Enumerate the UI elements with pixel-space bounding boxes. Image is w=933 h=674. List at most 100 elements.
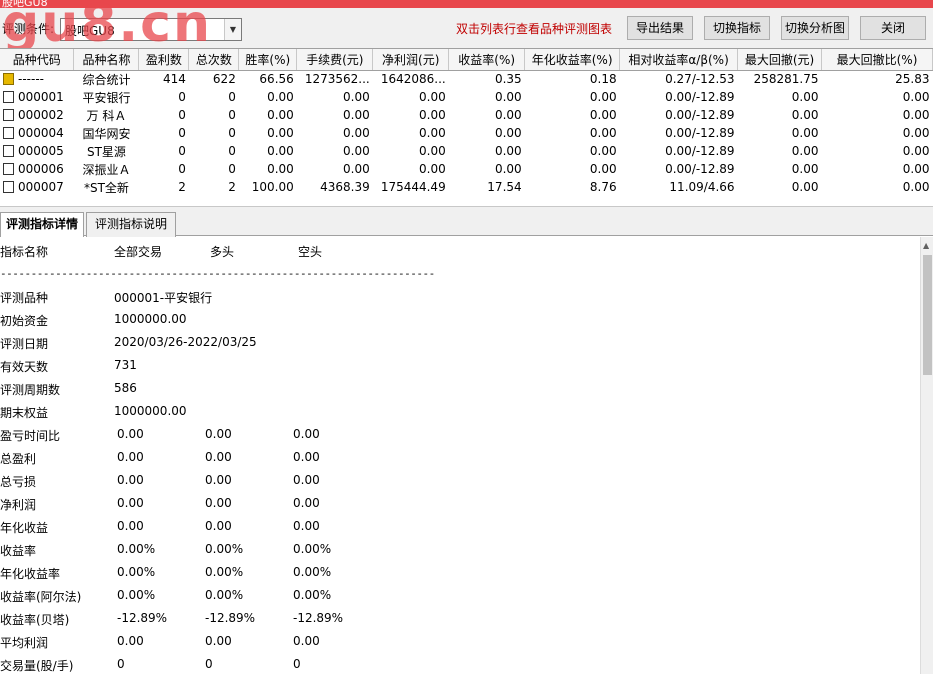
table-cell: 综合统计	[82, 72, 131, 87]
column-header[interactable]: 总次数	[188, 49, 240, 71]
results-table[interactable]: 品种代码 品种名称 盈利数 总次数 胜率(%) 手续费(元) 净利润(元) 收益率(%) 年化收…	[0, 48, 933, 204]
detail-value: 0	[293, 657, 301, 671]
detail-label: 初始资金	[0, 314, 49, 328]
detail-value: 731	[114, 358, 137, 372]
switch-chart-button[interactable]: 切换分析图	[781, 16, 849, 40]
detail-label: 年化收益率	[0, 567, 61, 581]
table-cell: 0.00	[589, 126, 617, 140]
condition-label: 评测条件:	[2, 22, 55, 36]
table-cell: 175444.49	[380, 180, 446, 194]
table-cell: 0	[228, 162, 236, 176]
detail-label: 收益率(阿尔法)	[0, 590, 82, 604]
table-cell: 0.00	[589, 162, 617, 176]
table-cell: 0.00	[267, 90, 294, 104]
table-cell: 0.00	[267, 144, 294, 158]
close-button[interactable]: 关闭	[860, 16, 926, 40]
detail-value: 0.00	[205, 427, 232, 441]
table-cell: 622	[212, 72, 236, 87]
vertical-scrollbar[interactable]: ▲	[920, 237, 933, 674]
detail-label: 总亏损	[0, 475, 37, 489]
table-cell: 1642086...	[380, 72, 446, 87]
stock-code: 000004	[18, 126, 64, 140]
detail-label: 总盈利	[0, 452, 37, 466]
table-cell: 0.00	[902, 90, 930, 104]
table-cell: ST星源	[86, 144, 126, 159]
tab-indicator-details[interactable]: 评测指标详情	[0, 212, 84, 238]
table-cell: 0.00	[343, 144, 370, 158]
detail-value: 000001-平安银行	[114, 291, 213, 305]
table-cell: 0.00	[343, 108, 370, 122]
table-row[interactable]: 000007 *ST全新 2 2 100.00 4368.39 175444.49 17.54…	[0, 178, 933, 196]
detail-value: 0.00	[117, 634, 144, 648]
detail-row: 年化收益 0.00 0.00 0.00	[0, 519, 900, 541]
detail-label: 净利润	[0, 498, 37, 512]
table-row[interactable]: 000001 平安银行 0 0 0.00 0.00 0.00 0.00 0.00 0.00/-12…	[0, 88, 933, 106]
column-header[interactable]: 盈利数	[138, 49, 190, 71]
table-body: ------ 综合统计 414 622 66.56 1273562... 1642086..…	[0, 70, 933, 196]
detail-row: 评测日期 2020/03/26-2022/03/25	[0, 335, 900, 357]
table-header: 品种代码 品种名称 盈利数 总次数 胜率(%) 手续费(元) 净利润(元) 收益率(%) 年化收…	[0, 49, 933, 71]
summary-row[interactable]: ------ 综合统计 414 622 66.56 1273562... 1642086..…	[0, 70, 933, 88]
table-cell: 0.00	[791, 90, 819, 104]
table-cell: 4368.39	[320, 180, 370, 194]
column-header[interactable]: 品种代码	[0, 49, 75, 71]
chevron-down-icon[interactable]: ▼	[224, 19, 241, 40]
table-cell: 0	[178, 144, 186, 158]
table-row[interactable]: 000006 深振业Ａ 0 0 0.00 0.00 0.00 0.00 0.00 0.00/-12…	[0, 160, 933, 178]
scroll-up-icon[interactable]: ▲	[923, 241, 929, 250]
column-header[interactable]: 收益率(%)	[448, 49, 526, 71]
column-header[interactable]: 手续费(元)	[296, 49, 374, 71]
column-header[interactable]: 相对收益率α/β(%)	[619, 49, 739, 71]
export-button[interactable]: 导出结果	[627, 16, 693, 40]
table-cell: 深振业Ａ	[82, 162, 131, 177]
document-icon	[3, 145, 14, 157]
condition-select[interactable]: 股吧GU8 ▼	[60, 18, 242, 41]
toolbar: 评测条件: 股吧GU8 ▼ 双击列表行查看品种评测图表 导出结果 切换指标 切换…	[0, 8, 933, 48]
tab-indicator-description[interactable]: 评测指标说明	[86, 212, 176, 237]
table-cell: 0.00	[267, 162, 294, 176]
scroll-thumb[interactable]	[923, 255, 932, 375]
table-cell: 0.00	[343, 90, 370, 104]
switch-indicator-button[interactable]: 切换指标	[704, 16, 770, 40]
detail-value: 0.00%	[205, 565, 244, 579]
detail-label: 盈亏时间比	[0, 429, 61, 443]
detail-value: 0.00	[293, 427, 320, 441]
table-row[interactable]: 000002 万 科Ａ 0 0 0.00 0.00 0.00 0.00 0.00 0.00/-12…	[0, 106, 933, 124]
detail-value: 0.00%	[117, 542, 156, 556]
column-header[interactable]: 胜率(%)	[238, 49, 298, 71]
stock-code: 000007	[18, 180, 64, 194]
detail-row: 交易量(股/手) 0 0 0	[0, 657, 900, 674]
table-cell: 100.00	[251, 180, 294, 194]
stock-code: 000001	[18, 90, 64, 104]
detail-header-name: 指标名称	[0, 245, 49, 259]
detail-row: 收益率(阿尔法) 0.00% 0.00% 0.00%	[0, 588, 900, 610]
table-cell: 258281.75	[753, 72, 819, 87]
detail-label: 评测品种	[0, 291, 49, 305]
table-row[interactable]: 000005 ST星源 0 0 0.00 0.00 0.00 0.00 0.00 0.00/-12…	[0, 142, 933, 160]
table-cell: 0.00	[267, 126, 294, 140]
detail-row: 总盈利 0.00 0.00 0.00	[0, 450, 900, 472]
table-cell: 2	[178, 180, 186, 194]
table-cell: 0.00	[791, 144, 819, 158]
detail-row: 净利润 0.00 0.00 0.00	[0, 496, 900, 518]
table-cell: 万 科Ａ	[86, 108, 127, 123]
table-cell: 0.00	[494, 108, 522, 122]
table-cell: 000005	[0, 142, 74, 160]
column-header[interactable]: 净利润(元)	[372, 49, 450, 71]
table-cell: 0.00	[791, 126, 819, 140]
stock-code: ------	[18, 72, 44, 87]
column-header[interactable]: 品种名称	[73, 49, 140, 71]
column-header[interactable]: 年化收益率(%)	[524, 49, 621, 71]
table-cell: 2	[228, 180, 236, 194]
detail-label: 年化收益	[0, 521, 49, 535]
condition-value: 股吧GU8	[65, 24, 115, 38]
table-cell: 0.18	[589, 72, 617, 87]
detail-header-all: 全部交易	[114, 245, 163, 259]
table-cell: 0.00	[494, 162, 522, 176]
stock-code: 000002	[18, 108, 64, 122]
detail-value: 0.00	[117, 496, 144, 510]
table-cell: 0.00	[419, 90, 446, 104]
table-row[interactable]: 000004 国华网安 0 0 0.00 0.00 0.00 0.00 0.00 0.00/-12…	[0, 124, 933, 142]
column-header[interactable]: 最大回撤比(%)	[821, 49, 933, 71]
column-header[interactable]: 最大回撤(元)	[737, 49, 822, 71]
